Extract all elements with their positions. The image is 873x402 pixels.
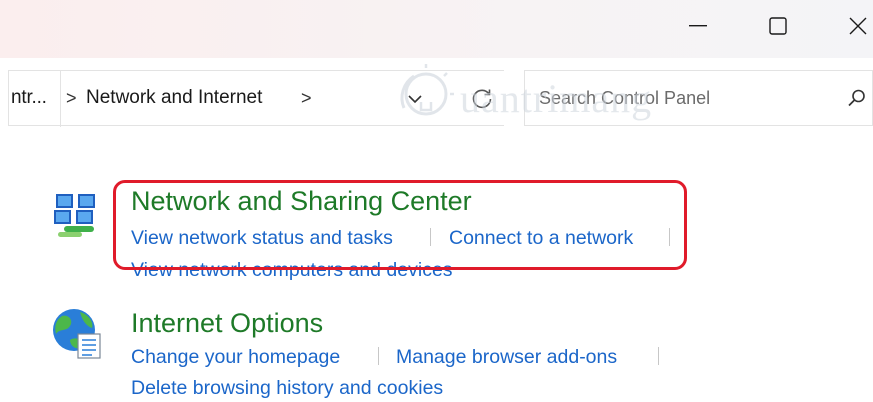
refresh-button[interactable]	[467, 84, 497, 114]
address-dropdown-button[interactable]	[402, 86, 428, 112]
search-placeholder[interactable]: Search Control Panel	[539, 88, 710, 109]
manage-addons-link[interactable]: Manage browser add-ons	[396, 346, 617, 369]
search-box[interactable]: Search Control Panel	[524, 70, 873, 126]
network-sharing-center-title[interactable]: Network and Sharing Center	[131, 186, 472, 217]
breadcrumb-separator[interactable]: >	[66, 88, 77, 109]
close-icon	[849, 17, 867, 35]
maximize-button[interactable]	[750, 0, 806, 52]
address-bar[interactable]: ntr... > Network and Internet >	[8, 70, 504, 127]
minimize-icon	[689, 25, 707, 27]
task-separator	[430, 228, 431, 246]
change-homepage-link[interactable]: Change your homepage	[131, 346, 340, 369]
maximize-icon	[769, 17, 787, 35]
breadcrumb-truncated[interactable]: ntr...	[11, 87, 47, 109]
chevron-down-icon	[408, 95, 422, 104]
network-sharing-icon	[54, 194, 95, 237]
search-icon[interactable]	[847, 88, 867, 108]
breadcrumb-current[interactable]: Network and Internet	[86, 87, 262, 109]
task-separator	[669, 228, 670, 246]
title-bar	[0, 0, 873, 58]
view-network-status-link[interactable]: View network status and tasks	[131, 227, 393, 250]
connect-to-network-link[interactable]: Connect to a network	[449, 227, 633, 250]
view-network-computers-link[interactable]: View network computers and devices	[131, 259, 453, 282]
refresh-icon	[472, 89, 492, 109]
breadcrumb-divider	[60, 71, 61, 127]
minimize-button[interactable]	[670, 0, 726, 52]
close-button[interactable]	[830, 0, 873, 52]
delete-browsing-history-link[interactable]: Delete browsing history and cookies	[131, 377, 443, 400]
internet-options-icon	[53, 309, 101, 359]
internet-options-title[interactable]: Internet Options	[131, 308, 323, 339]
breadcrumb-chevron[interactable]: >	[301, 88, 312, 109]
task-separator	[658, 347, 659, 365]
task-separator	[378, 347, 379, 365]
